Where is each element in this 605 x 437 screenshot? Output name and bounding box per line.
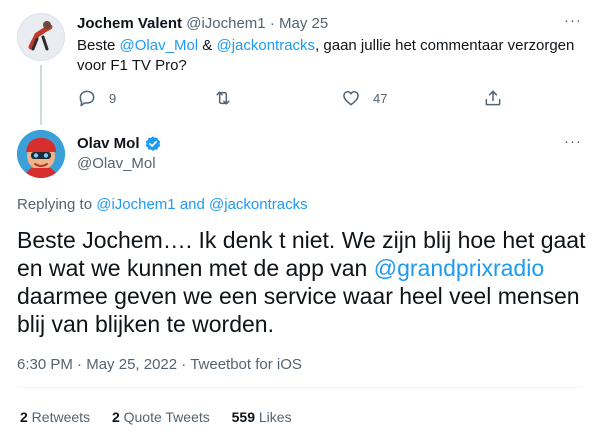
mention-grandprixradio[interactable]: @grandprixradio [374, 255, 544, 281]
mention-jackontracks[interactable]: @jackontracks [216, 37, 315, 54]
replying-to: Replying to @iJochem1 and @jackontracks [17, 195, 308, 214]
meta-separator: · [72, 356, 87, 373]
parent-author-name[interactable]: Jochem Valent [77, 15, 182, 32]
tweet-meta: 6:30 PM · May 25, 2022 · Tweetbot for iO… [17, 355, 302, 374]
like-button[interactable]: 47 [341, 86, 387, 110]
retweets-stat[interactable]: 2 Retweets [20, 408, 90, 427]
likes-stat[interactable]: 559 Likes [232, 408, 292, 427]
tweet-stats: 2 Retweets 2 Quote Tweets 559 Likes [20, 408, 310, 427]
parent-actions: 9 47 [0, 86, 605, 110]
main-tweet-text: Beste Jochem…. Ik denk t niet. We zijn b… [17, 226, 592, 338]
retweets-count: 2 [20, 409, 28, 425]
replying-and: and [175, 196, 210, 213]
parent-tweet-text: Beste @Olav_Mol & @jackontracks, gaan ju… [77, 36, 587, 76]
main-author-name[interactable]: Olav Mol [77, 134, 140, 153]
retweets-label: Retweets [27, 409, 91, 425]
replying-user-jackontracks[interactable]: @jackontracks [209, 196, 308, 213]
retweet-icon [216, 91, 230, 105]
divider-top [17, 387, 583, 388]
verified-badge-icon [145, 135, 160, 151]
quotes-count: 2 [111, 409, 120, 425]
parent-more-icon[interactable]: ··· [560, 12, 586, 34]
retweet-button[interactable] [213, 86, 233, 110]
parent-text-start: Beste [77, 37, 120, 54]
reply-icon [79, 90, 95, 107]
main-more-icon[interactable]: ··· [560, 133, 586, 155]
like-icon [343, 91, 359, 106]
like-count: 47 [373, 90, 388, 106]
main-author-name-row: Olav Mol [77, 134, 162, 153]
parent-separator: · [269, 15, 275, 32]
likes-count: 559 [231, 409, 255, 425]
replying-prefix: Replying to [17, 196, 97, 213]
replying-user-ijochem1[interactable]: @iJochem1 [96, 196, 175, 213]
quotes-label: Quote Tweets [119, 409, 210, 425]
parent-header: Jochem Valent @iJochem1 · May 25 [77, 14, 328, 33]
tweet-time[interactable]: 6:30 PM [17, 356, 73, 373]
parent-text-amp: & [198, 37, 217, 54]
parent-date[interactable]: May 25 [279, 15, 328, 32]
likes-label: Likes [255, 409, 292, 425]
main-text-end: daarmee geven we een service waar heel v… [17, 283, 580, 337]
reply-button[interactable]: 9 [77, 86, 116, 110]
tweet-client[interactable]: Tweetbot for iOS [190, 356, 302, 373]
tweet-date[interactable]: May 25, 2022 [86, 356, 177, 373]
parent-author-handle[interactable]: @iJochem1 [186, 15, 265, 32]
mention-olav[interactable]: @Olav_Mol [120, 37, 199, 54]
main-avatar[interactable] [17, 130, 65, 178]
share-icon [485, 90, 501, 106]
meta-separator: · [177, 356, 191, 373]
parent-tweet[interactable]: Jochem Valent @iJochem1 · May 25 ··· Bes… [0, 0, 605, 125]
main-author-handle[interactable]: @Olav_Mol [77, 154, 156, 173]
quote-tweets-stat[interactable]: 2 Quote Tweets [112, 408, 210, 427]
reply-count: 9 [109, 90, 117, 106]
parent-avatar[interactable] [17, 13, 65, 61]
share-button[interactable] [483, 86, 503, 110]
